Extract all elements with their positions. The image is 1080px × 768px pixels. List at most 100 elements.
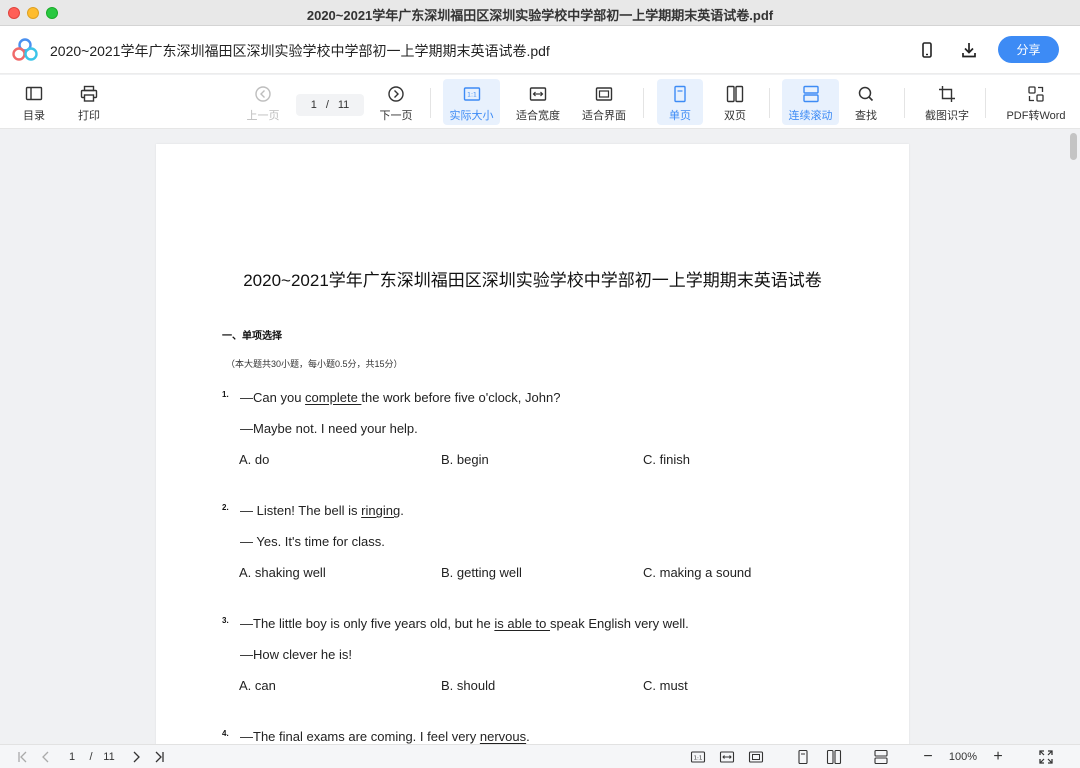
single-page-icon bbox=[674, 85, 686, 103]
ocr-label: 截图识字 bbox=[925, 110, 969, 122]
convert-icon bbox=[1028, 86, 1044, 102]
toolbar-divider bbox=[769, 88, 770, 118]
continuous-scroll-label: 连续滚动 bbox=[788, 110, 833, 122]
fit-page-label: 适合界面 bbox=[582, 110, 626, 122]
underlined-word: complete bbox=[305, 390, 362, 405]
crop-icon bbox=[939, 86, 955, 102]
fit-width-icon bbox=[529, 87, 547, 101]
actual-size-icon[interactable]: 1:1 bbox=[689, 749, 707, 765]
document-title: 2020~2021学年广东深圳福田区深圳实验学校中学部初一上学期期末英语试卷.p… bbox=[50, 43, 550, 59]
download-icon[interactable] bbox=[957, 38, 981, 62]
actual-size-button[interactable]: 1:1 实际大小 bbox=[443, 79, 500, 125]
double-page-button[interactable]: 双页 bbox=[713, 79, 757, 125]
zoom-in-button[interactable]: + bbox=[990, 748, 1006, 765]
vertical-scrollbar[interactable] bbox=[1069, 131, 1078, 743]
print-label: 打印 bbox=[78, 110, 100, 122]
question-number: 4. bbox=[222, 729, 229, 738]
scrollbar-thumb[interactable] bbox=[1070, 133, 1077, 160]
option-b: B. should bbox=[441, 678, 496, 693]
question-line: — Listen! The bell is ringing. bbox=[240, 503, 404, 518]
next-page-icon[interactable] bbox=[128, 749, 144, 765]
double-page-icon[interactable] bbox=[824, 749, 844, 765]
prev-page-button[interactable]: 上一页 bbox=[243, 79, 283, 125]
option-c: C. must bbox=[643, 678, 688, 693]
status-page-current[interactable]: 1 bbox=[66, 749, 78, 765]
question-text: speak English very well. bbox=[550, 616, 689, 631]
zoom-level[interactable]: 100% bbox=[944, 749, 982, 765]
pdf-to-word-button[interactable]: PDF转Word bbox=[1000, 79, 1072, 125]
underlined-word: nervous bbox=[479, 729, 527, 744]
app-logo-icon bbox=[12, 38, 38, 61]
print-button[interactable]: 打印 bbox=[71, 79, 107, 125]
actual-size-label: 实际大小 bbox=[449, 110, 494, 122]
mobile-icon[interactable] bbox=[915, 38, 939, 62]
prev-page-label: 上一页 bbox=[246, 110, 280, 122]
chevron-right-circle-icon bbox=[388, 86, 404, 102]
fit-page-icon[interactable] bbox=[747, 749, 765, 765]
share-button[interactable]: 分享 bbox=[998, 36, 1059, 63]
window-title: 2020~2021学年广东深圳福田区深圳实验学校中学部初一上学期期末英语试卷.p… bbox=[306, 8, 774, 23]
question-line: —The final exams are coming. I feel very… bbox=[240, 729, 530, 744]
page-number-input[interactable]: 1 / 11 bbox=[296, 94, 364, 116]
question-number: 2. bbox=[222, 503, 229, 512]
zoom-out-button[interactable]: − bbox=[920, 748, 936, 765]
document-viewport[interactable]: 2020~2021学年广东深圳福田区深圳实验学校中学部初一上学期期末英语试卷 一… bbox=[0, 130, 1080, 744]
pdf-page: 2020~2021学年广东深圳福田区深圳实验学校中学部初一上学期期末英语试卷 一… bbox=[156, 144, 909, 744]
question-text: . bbox=[526, 729, 530, 744]
search-button[interactable]: 查找 bbox=[846, 79, 886, 125]
single-page-button[interactable]: 单页 bbox=[657, 79, 703, 125]
question-text: — Listen! The bell is bbox=[240, 503, 362, 518]
search-icon bbox=[858, 86, 874, 102]
svg-text:1:1: 1:1 bbox=[694, 756, 703, 762]
app-header: 2020~2021学年广东深圳福田区深圳实验学校中学部初一上学期期末英语试卷.p… bbox=[0, 26, 1080, 74]
continuous-scroll-icon[interactable] bbox=[872, 749, 890, 765]
option-c: C. finish bbox=[643, 452, 690, 467]
fit-width-button[interactable]: 适合宽度 bbox=[511, 79, 565, 125]
chevron-left-circle-icon bbox=[255, 86, 271, 102]
fullscreen-icon[interactable] bbox=[1037, 749, 1055, 765]
single-page-label: 单页 bbox=[669, 110, 691, 122]
search-label: 查找 bbox=[855, 110, 877, 122]
last-page-icon[interactable] bbox=[150, 749, 168, 765]
page-separator: / bbox=[325, 99, 329, 111]
question-text: —The final exams are coming. I feel very bbox=[240, 729, 480, 744]
fit-width-icon[interactable] bbox=[718, 749, 736, 765]
question-number: 3. bbox=[222, 616, 229, 625]
question-text: the work before five o'clock, John? bbox=[361, 390, 561, 405]
option-a: A. do bbox=[239, 452, 270, 467]
option-a: A. shaking well bbox=[239, 565, 326, 580]
answer-line: — Yes. It's time for class. bbox=[240, 534, 385, 549]
section-title: 一、单项选择 bbox=[222, 331, 282, 342]
prev-page-icon[interactable] bbox=[38, 749, 54, 765]
toolbar-divider bbox=[985, 88, 986, 118]
fit-page-button[interactable]: 适合界面 bbox=[577, 79, 631, 125]
double-page-icon bbox=[726, 85, 744, 103]
fit-width-label: 适合宽度 bbox=[516, 110, 560, 122]
title-bar: 2020~2021学年广东深圳福田区深圳实验学校中学部初一上学期期末英语试卷.p… bbox=[0, 0, 1080, 26]
pdf-to-word-label: PDF转Word bbox=[1006, 110, 1066, 122]
question-line: —The little boy is only five years old, … bbox=[240, 616, 689, 631]
toolbar-divider bbox=[430, 88, 431, 118]
answer-line: —How clever he is! bbox=[240, 647, 352, 662]
status-bar: 1 / 11 1:1 − 100% + bbox=[0, 744, 1080, 768]
toolbar-divider bbox=[904, 88, 905, 118]
page-total: 11 bbox=[337, 99, 350, 111]
first-page-icon[interactable] bbox=[14, 749, 32, 765]
toolbar-divider bbox=[643, 88, 644, 118]
toc-label: 目录 bbox=[23, 110, 45, 122]
continuous-scroll-button[interactable]: 连续滚动 bbox=[782, 79, 839, 125]
answer-line: —Maybe not. I need your help. bbox=[240, 421, 418, 436]
status-page-total: 11 bbox=[103, 751, 115, 763]
underlined-word: ringing bbox=[361, 503, 401, 518]
toc-button[interactable]: 目录 bbox=[16, 79, 52, 125]
option-b: B. begin bbox=[441, 452, 489, 467]
status-page-separator: / bbox=[89, 751, 93, 763]
question-text: —The little boy is only five years old, … bbox=[240, 616, 495, 631]
sidebar-icon bbox=[25, 86, 43, 101]
option-a: A. can bbox=[239, 678, 276, 693]
single-page-icon[interactable] bbox=[794, 749, 812, 765]
underlined-word: is able to bbox=[494, 616, 551, 631]
ocr-button[interactable]: 截图识字 bbox=[920, 79, 974, 125]
continuous-scroll-icon bbox=[802, 85, 819, 103]
next-page-button[interactable]: 下一页 bbox=[376, 79, 416, 125]
